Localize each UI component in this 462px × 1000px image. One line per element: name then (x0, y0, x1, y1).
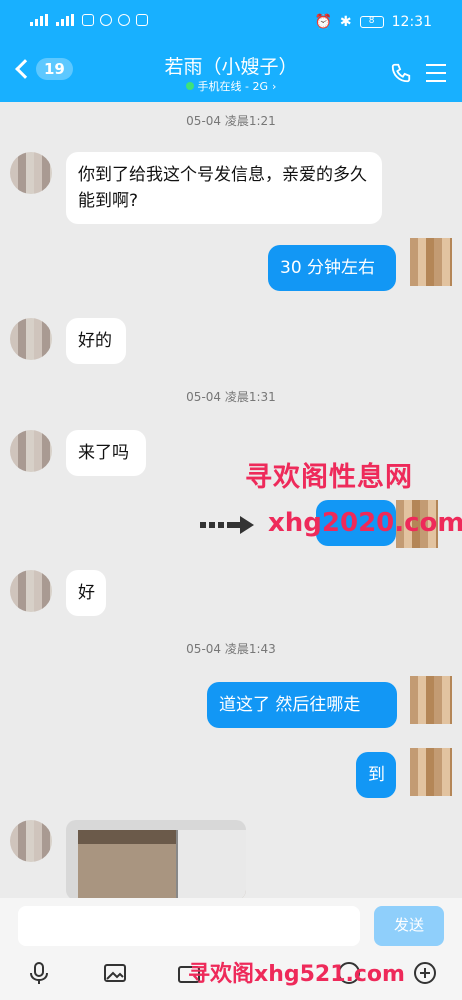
plus-icon[interactable] (412, 960, 438, 986)
message-outgoing[interactable]: 道这了 然后往哪走 (207, 682, 397, 728)
message-incoming[interactable]: 好 (66, 570, 106, 616)
chat-header: 19 若雨（小嫂子） 手机在线 - 2G › (0, 50, 462, 102)
app-notification-icon (136, 14, 148, 26)
app-notification-icon (118, 14, 130, 26)
timestamp: 05-04 凌晨1:31 (186, 390, 276, 404)
contact-status-text: 手机在线 - 2G (197, 80, 269, 93)
contact-avatar[interactable] (10, 152, 52, 194)
status-bar: ⏰ ✱ 8 12:31 (0, 0, 462, 50)
status-icons-right: ⏰ ✱ 8 12:31 (314, 14, 432, 30)
alarm-icon: ⏰ (314, 14, 332, 30)
image-message[interactable] (66, 820, 246, 900)
signal-icon (30, 14, 50, 26)
watermark-footer: 寻欢阁xhg521.com (188, 962, 405, 987)
timestamp: 05-04 凌晨1:43 (186, 642, 276, 656)
chevron-right-icon: › (272, 79, 277, 93)
message-outgoing[interactable]: 30 分钟左右 (268, 245, 396, 291)
watermark-title: 寻欢阁性息网 (245, 462, 413, 493)
online-dot-icon (185, 82, 194, 90)
menu-icon[interactable] (426, 64, 446, 88)
signal-icon (56, 14, 76, 26)
message-incoming[interactable]: 你到了给我这个号发信息，亲爱的多久能到啊? (66, 152, 382, 224)
building-photo (176, 830, 246, 900)
clock: 12:31 (391, 14, 432, 30)
message-incoming[interactable]: 来了吗 (66, 430, 146, 476)
message-input[interactable] (18, 906, 360, 946)
contact-avatar[interactable] (10, 570, 52, 612)
my-avatar[interactable] (410, 238, 452, 286)
sim-icon (82, 14, 94, 26)
timestamp: 05-04 凌晨1:21 (186, 114, 276, 128)
app-notification-icon (100, 14, 112, 26)
input-bar: 发送 寻欢阁xhg521.com (0, 898, 462, 1000)
status-icons-left (30, 14, 148, 26)
microphone-icon[interactable] (26, 960, 52, 986)
bluetooth-icon: ✱ (339, 14, 352, 30)
contact-avatar[interactable] (10, 820, 52, 862)
phone-call-icon[interactable] (390, 62, 412, 84)
message-outgoing[interactable]: 到 (356, 752, 396, 798)
my-avatar[interactable] (410, 676, 452, 724)
image-icon[interactable] (102, 960, 128, 986)
contact-avatar[interactable] (10, 430, 52, 472)
my-avatar[interactable] (410, 748, 452, 796)
contact-avatar[interactable] (10, 318, 52, 360)
send-button[interactable]: 发送 (374, 906, 444, 946)
watermark-url: xhg2020.com (268, 508, 462, 538)
message-incoming[interactable]: 好的 (66, 318, 126, 364)
arrow-right-icon (200, 516, 254, 534)
battery-icon: 8 (359, 16, 384, 28)
